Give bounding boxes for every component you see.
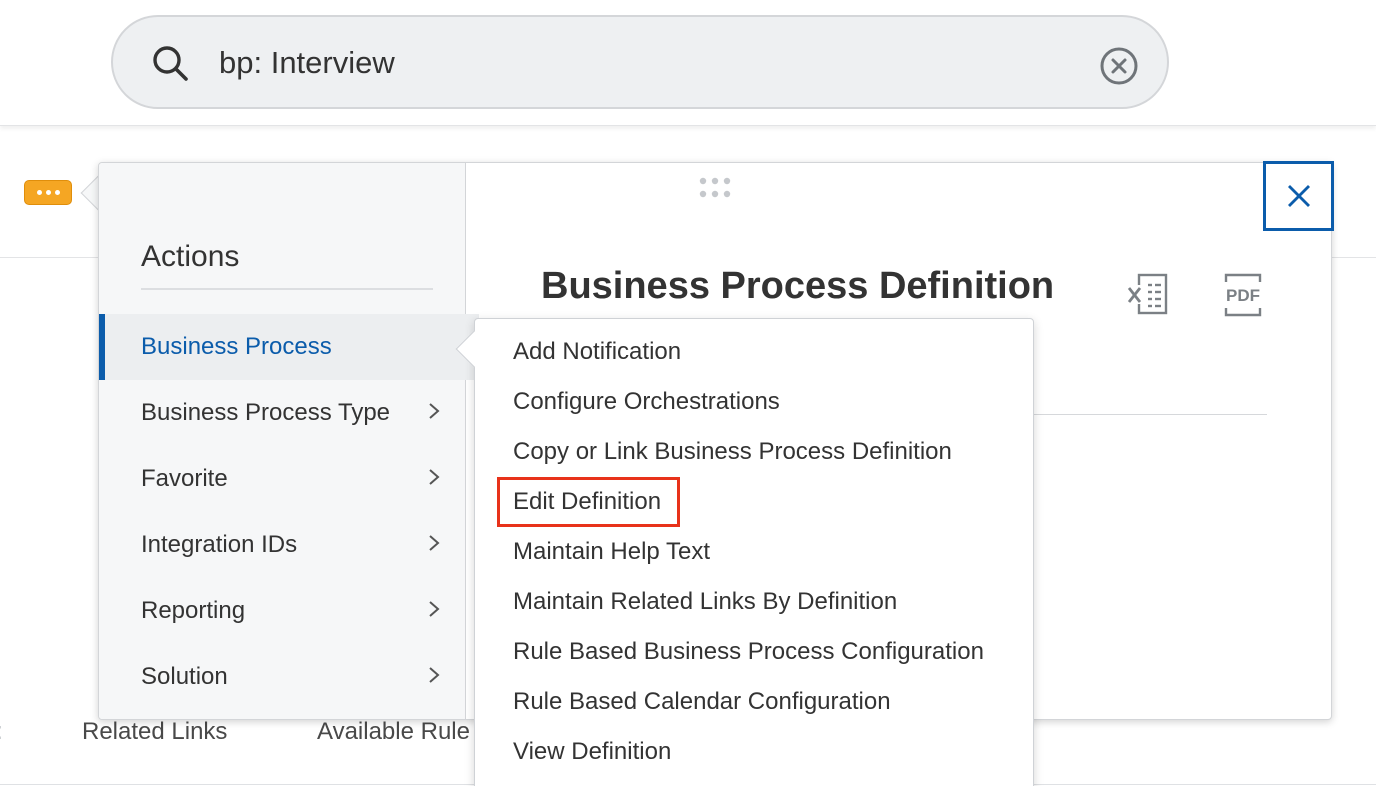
actions-heading: Actions: [141, 240, 240, 273]
dot-icon: [36, 190, 42, 195]
chevron-right-icon: [429, 601, 440, 617]
tab-related-links[interactable]: Related Links: [82, 718, 227, 746]
action-item-label: Integration IDs: [141, 531, 298, 558]
action-item-business-process[interactable]: Business Process: [99, 314, 479, 380]
action-item-reporting[interactable]: Reporting: [99, 578, 466, 644]
submenu-item-configure-orchestrations[interactable]: Configure Orchestrations: [513, 384, 780, 420]
submenu-item-maintain-help-text[interactable]: Maintain Help Text: [513, 534, 710, 570]
submenu-item-copy-or-link-definition[interactable]: Copy or Link Business Process Definition: [513, 434, 952, 470]
action-item-label: Reporting: [141, 597, 246, 624]
popup-title: Business Process Definition: [541, 265, 1055, 307]
svg-text:PDF: PDF: [1226, 286, 1260, 305]
close-button[interactable]: [1263, 161, 1334, 231]
action-item-label: Favorite: [141, 465, 228, 492]
submenu-item-rule-based-bp-configuration[interactable]: Rule Based Business Process Configuratio…: [513, 634, 984, 670]
tab-available-rules[interactable]: Available Rule: [317, 718, 470, 746]
related-actions-button[interactable]: [24, 180, 72, 205]
action-item-solution[interactable]: Solution: [99, 644, 466, 710]
tab-partial[interactable]: :: [0, 718, 3, 746]
clear-search-icon[interactable]: [1099, 46, 1139, 86]
submenu-item-view-definition[interactable]: View Definition: [513, 734, 671, 770]
action-item-label: Business Process Type: [141, 399, 391, 426]
popup-divider: [1032, 414, 1267, 415]
search-icon: [153, 46, 188, 81]
excel-export-icon[interactable]: [1124, 272, 1170, 318]
action-item-integration-ids[interactable]: Integration IDs: [99, 512, 466, 578]
chevron-right-icon: [429, 403, 440, 419]
dot-icon: [54, 190, 60, 195]
submenu-item-rule-based-calendar-configuration[interactable]: Rule Based Calendar Configuration: [513, 684, 891, 720]
action-item-favorite[interactable]: Favorite: [99, 446, 466, 512]
submenu-item-add-notification[interactable]: Add Notification: [513, 334, 681, 370]
submenu-item-maintain-related-links[interactable]: Maintain Related Links By Definition: [513, 584, 897, 620]
submenu-item-edit-definition[interactable]: Edit Definition: [513, 484, 661, 520]
chevron-right-icon: [429, 667, 440, 683]
drag-handle-icon[interactable]: [697, 176, 733, 200]
close-icon: [1287, 185, 1310, 207]
search-box[interactable]: [111, 15, 1169, 109]
dot-icon: [45, 190, 51, 195]
actions-heading-divider: [141, 288, 433, 290]
action-item-label: Solution: [141, 663, 228, 690]
active-indicator: [99, 314, 105, 380]
chevron-right-icon: [429, 535, 440, 551]
action-item-label: Business Process: [141, 333, 332, 360]
top-search-bar: [0, 0, 1376, 126]
search-input[interactable]: [219, 39, 1079, 87]
action-item-business-process-type[interactable]: Business Process Type: [99, 380, 466, 446]
chevron-right-icon: [429, 469, 440, 485]
pdf-export-icon[interactable]: PDF: [1220, 272, 1266, 318]
